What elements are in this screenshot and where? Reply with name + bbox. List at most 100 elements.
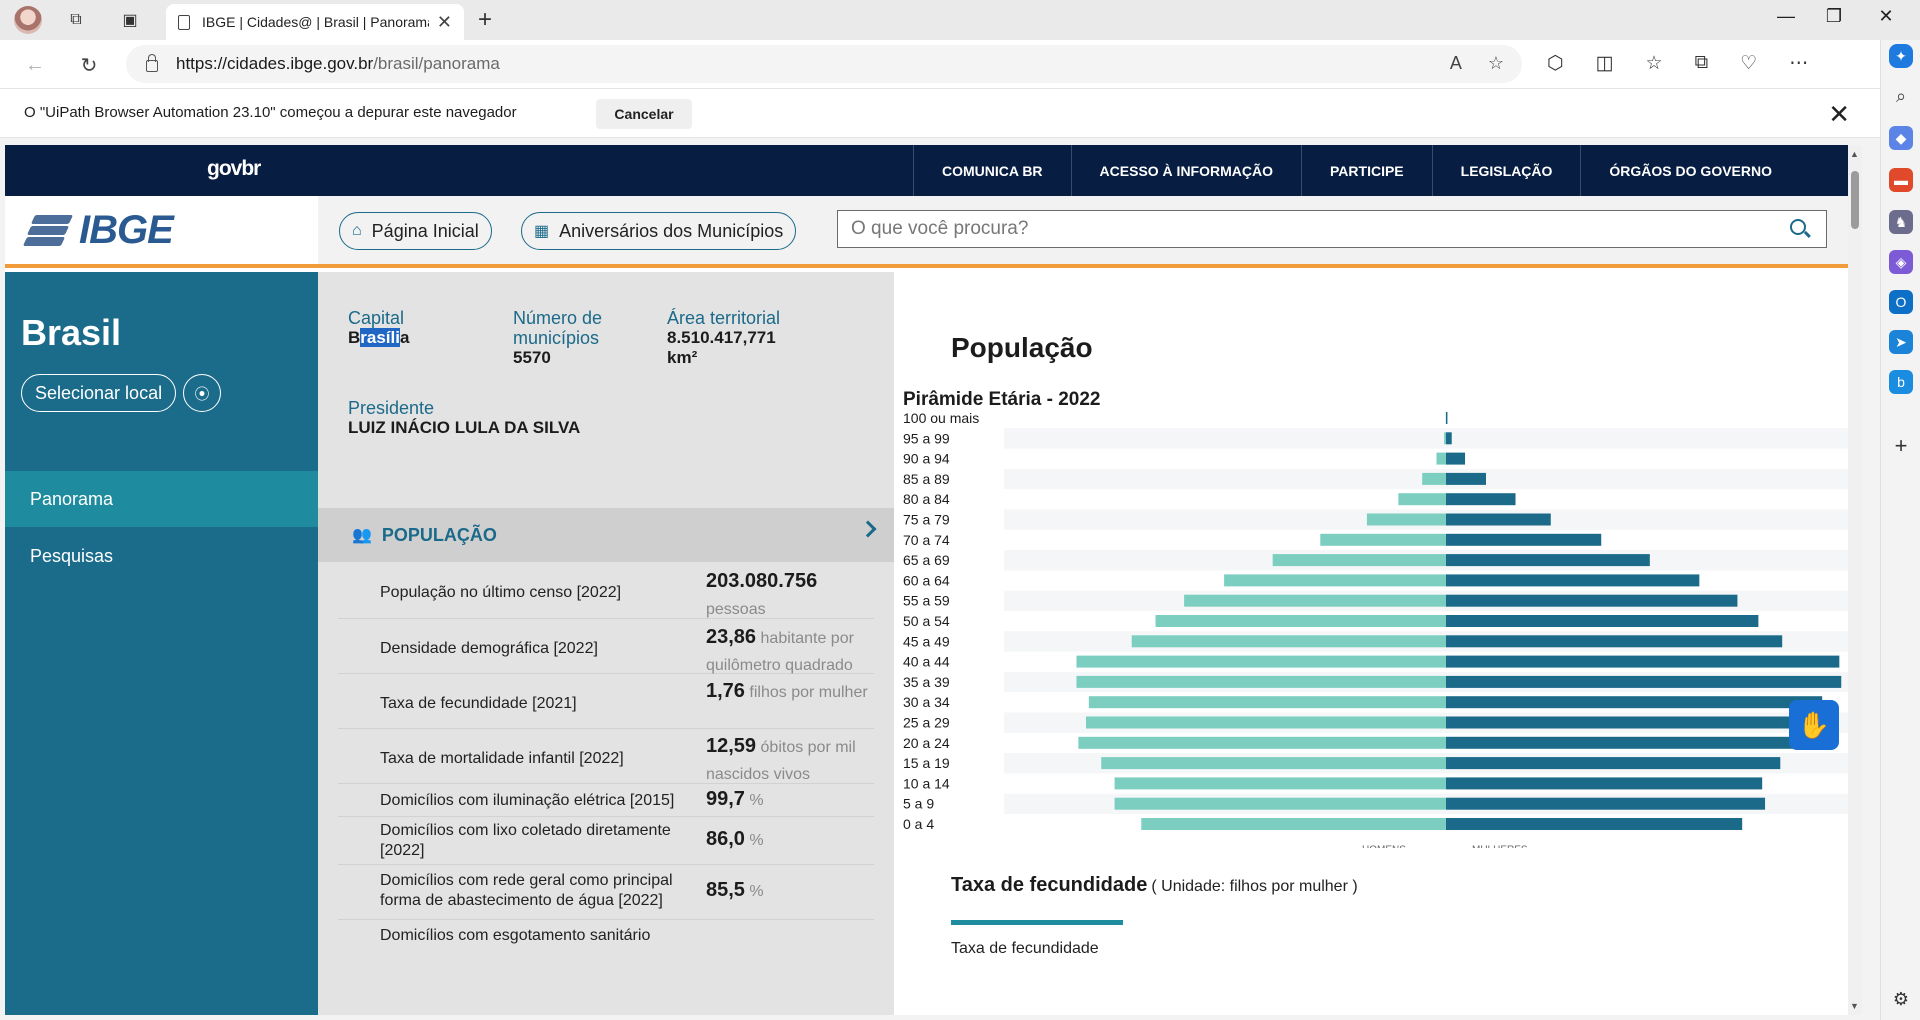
browser-essentials-icon[interactable]: ♡ bbox=[1740, 52, 1757, 75]
govbr-logo[interactable]: govbr bbox=[207, 157, 261, 181]
gov-link-participe[interactable]: PARTICIPE bbox=[1301, 145, 1432, 196]
outlook-icon[interactable]: O bbox=[1889, 290, 1913, 314]
sidebar-search-icon[interactable]: ⌕ bbox=[1889, 84, 1913, 108]
population-section-header[interactable]: 👥 POPULAÇÃO bbox=[318, 508, 894, 562]
infobar-cancel-button[interactable]: Cancelar bbox=[596, 99, 692, 129]
indicator-label: Domicílios com rede geral como principal… bbox=[380, 872, 673, 909]
collections-icon[interactable]: ⧉ bbox=[1695, 52, 1709, 75]
refresh-icon[interactable]: ↻ bbox=[76, 52, 102, 78]
gov-link-comunica[interactable]: COMUNICA BR bbox=[912, 145, 1071, 196]
pyramid-bar-men bbox=[1114, 777, 1446, 790]
pyramid-age-label: 45 a 49 bbox=[903, 633, 950, 649]
gov-link-acesso[interactable]: ACESSO À INFORMAÇÃO bbox=[1070, 145, 1301, 196]
pyramid-bar-men bbox=[1088, 696, 1446, 709]
indicator-unit: % bbox=[749, 792, 764, 809]
indicator-unit: % bbox=[749, 832, 764, 849]
pyramid-bar-women bbox=[1446, 412, 1448, 424]
fecundidade-legend-label: Taxa de fecundidade bbox=[951, 940, 1099, 957]
pyramid-bar-women bbox=[1446, 736, 1812, 749]
pyramid-bar-women bbox=[1446, 655, 1840, 668]
gov-link-orgaos[interactable]: ÓRGÃOS DO GOVERNO bbox=[1580, 145, 1848, 196]
workspaces-icon[interactable]: ⧉ bbox=[64, 8, 88, 32]
scroll-up-icon[interactable]: ▲ bbox=[1850, 149, 1859, 159]
bing-icon[interactable]: b bbox=[1889, 370, 1913, 394]
indicator-label: Taxa de fecundidade [2021] bbox=[380, 695, 577, 712]
indicator-row: Domicílios com rede geral como principal… bbox=[338, 865, 874, 920]
indicator-value: 85,5 % bbox=[706, 877, 876, 905]
read-aloud-icon[interactable]: A bbox=[1450, 53, 1462, 74]
select-location-button[interactable]: Selecionar local bbox=[21, 374, 177, 412]
infobar-close-icon[interactable]: ✕ bbox=[1828, 99, 1850, 130]
add-sidebar-app-icon[interactable]: + bbox=[1889, 433, 1913, 458]
ibge-logo[interactable]: IBGE bbox=[5, 196, 318, 264]
indicator-number: 99,7 bbox=[706, 788, 745, 810]
tab-actions-icon[interactable]: ▣ bbox=[118, 8, 142, 32]
govbr-logo-right: br bbox=[241, 157, 261, 180]
pyramid-age-label: 65 a 69 bbox=[903, 552, 950, 568]
home-button[interactable]: ⌂ Página Inicial bbox=[339, 212, 492, 250]
chevron-right-icon[interactable] bbox=[859, 520, 877, 538]
area-label: Área territorial bbox=[667, 308, 781, 328]
ibge-header: IBGE ⌂ Página Inicial ▦ Aniversários dos… bbox=[5, 196, 1848, 268]
tab-ibge[interactable]: IBGE | Cidades@ | Brasil | Panorama ✕ bbox=[166, 4, 464, 40]
more-menu-icon[interactable]: ⋯ bbox=[1789, 52, 1808, 75]
nav-item-pesquisas[interactable]: Pesquisas bbox=[5, 528, 318, 584]
shopping-icon[interactable]: ◆ bbox=[1889, 126, 1913, 150]
back-icon[interactable]: ← bbox=[22, 52, 48, 78]
gov-link-legislacao[interactable]: LEGISLAÇÃO bbox=[1431, 145, 1581, 196]
location-pin-icon[interactable]: ⦿ bbox=[183, 374, 221, 412]
search-icon[interactable] bbox=[1790, 219, 1806, 235]
new-tab-icon[interactable]: + bbox=[478, 6, 492, 34]
minimize-icon[interactable]: — bbox=[1766, 6, 1806, 27]
copilot-icon[interactable]: ✦ bbox=[1889, 44, 1913, 68]
favorites-icon[interactable]: ☆ bbox=[1646, 52, 1663, 75]
nav-item-panorama[interactable]: Panorama bbox=[5, 471, 318, 527]
split-screen-icon[interactable]: ◫ bbox=[1596, 52, 1614, 75]
games-icon[interactable]: ♞ bbox=[1889, 210, 1913, 234]
anniversaries-button[interactable]: ▦ Aniversários dos Municípios bbox=[521, 212, 797, 250]
capital-label: Capital bbox=[348, 308, 405, 328]
pyramid-bar-women bbox=[1446, 574, 1700, 587]
tools-icon[interactable]: ▬ bbox=[1889, 168, 1913, 192]
favorite-star-icon[interactable]: ☆ bbox=[1488, 53, 1504, 74]
microsoft365-icon[interactable]: ◈ bbox=[1889, 250, 1913, 274]
age-pyramid-chart: 100 ou mais 95 a 99 90 a 94 85 a 89 80 a 84 7… bbox=[903, 410, 1848, 848]
restore-icon[interactable]: ❐ bbox=[1814, 6, 1854, 27]
search-placeholder: O que você procura? bbox=[851, 218, 1029, 239]
legend-men: HOMENS bbox=[1362, 844, 1406, 848]
fecundidade-title: Taxa de fecundidade( Unidade: filhos por… bbox=[951, 874, 1358, 897]
pyramid-bar-men bbox=[1422, 472, 1446, 485]
pyramid-bar-men bbox=[1320, 533, 1446, 546]
web-page: govbr COMUNICA BR ACESSO À INFORMAÇÃO PA… bbox=[5, 145, 1848, 1015]
presidente-value: LUIZ INÁCIO LULA DA SILVA bbox=[348, 418, 581, 437]
pyramid-bar-women bbox=[1446, 533, 1602, 546]
pyramid-age-label: 25 a 29 bbox=[903, 715, 950, 731]
profile-avatar[interactable] bbox=[14, 6, 42, 34]
lock-icon[interactable] bbox=[146, 54, 158, 72]
indicator-number: 1,76 bbox=[706, 680, 745, 702]
pyramid-bar-men bbox=[1366, 513, 1446, 526]
pyramid-bar-women bbox=[1446, 493, 1516, 506]
address-bar[interactable]: https://cidades.ibge.gov.br/brasil/panor… bbox=[126, 45, 1522, 83]
cake-icon: ▦ bbox=[534, 223, 550, 240]
presidente-label: Presidente bbox=[348, 398, 435, 418]
sidebar-settings-icon[interactable]: ⚙ bbox=[1889, 987, 1913, 1011]
vlibras-accessibility-icon[interactable]: ✋ bbox=[1789, 700, 1839, 750]
scroll-down-icon[interactable]: ▼ bbox=[1850, 1001, 1859, 1011]
drop-icon[interactable]: ➤ bbox=[1889, 330, 1913, 354]
pyramid-bar-men bbox=[1076, 655, 1446, 668]
panel-title: População bbox=[951, 332, 1093, 363]
page-scrollbar[interactable]: ▲ ▼ bbox=[1848, 145, 1862, 1015]
pyramid-bar-men bbox=[1272, 554, 1446, 567]
pyramid-age-label: 75 a 79 bbox=[903, 512, 950, 528]
close-window-icon[interactable]: ✕ bbox=[1866, 6, 1906, 27]
indicator-number: 203.080.756 bbox=[706, 570, 818, 592]
pyramid-bar-men bbox=[1086, 716, 1446, 729]
pyramid-bar-women bbox=[1446, 432, 1452, 445]
pyramid-age-label: 50 a 54 bbox=[903, 613, 950, 629]
indicator-label: Densidade demográfica [2022] bbox=[380, 640, 598, 657]
search-input[interactable]: O que você procura? bbox=[837, 210, 1827, 248]
scrollbar-thumb[interactable] bbox=[1851, 171, 1859, 229]
extensions-icon[interactable]: ⬡ bbox=[1547, 52, 1564, 75]
close-tab-icon[interactable]: ✕ bbox=[437, 12, 452, 33]
